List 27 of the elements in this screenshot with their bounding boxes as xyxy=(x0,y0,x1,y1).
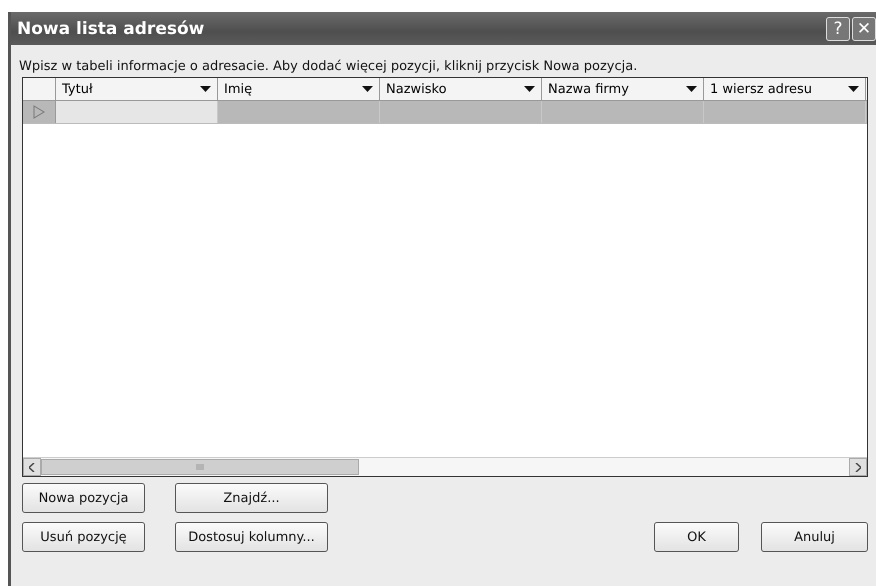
dropdown-icon[interactable] xyxy=(686,86,697,92)
dropdown-icon[interactable] xyxy=(362,86,373,92)
dropdown-icon[interactable] xyxy=(848,86,859,92)
dialog-button[interactable]: Usuń pozycję xyxy=(22,522,145,552)
column-header[interactable]: Imię xyxy=(218,78,380,100)
scroll-left-button[interactable] xyxy=(23,458,41,476)
grip-icon xyxy=(196,464,204,470)
dialog-button[interactable]: Dostosuj kolumny... xyxy=(175,522,328,552)
chevron-right-icon xyxy=(855,462,861,472)
window-title: Nowa lista adresów xyxy=(17,18,206,38)
help-button[interactable]: ? xyxy=(826,16,850,40)
dropdown-icon[interactable] xyxy=(524,86,535,92)
dialog-button[interactable]: OK xyxy=(654,522,739,552)
dialog-button[interactable]: Nowa pozycja xyxy=(22,483,145,513)
column-header[interactable]: 1 wiersz adresu xyxy=(704,78,866,100)
scrollbar-thumb[interactable] xyxy=(41,459,359,475)
column-header[interactable]: Tytuł xyxy=(56,78,218,100)
close-button[interactable]: ✕ xyxy=(852,16,876,40)
chevron-left-icon xyxy=(29,462,35,472)
row-indicator-icon xyxy=(33,105,45,119)
dialog-button[interactable]: Znajdź... xyxy=(175,483,328,513)
column-header[interactable]: Nazwisko xyxy=(380,78,542,100)
instruction-text: Wpisz w tabeli informacje o adresacie. Aby dodać więcej pozycji, kliknij przycisk Nowa pozycja. xyxy=(18,58,638,76)
scroll-right-button[interactable] xyxy=(849,458,867,476)
dropdown-icon[interactable] xyxy=(200,86,211,92)
column-header[interactable]: Nazwa firmy xyxy=(542,78,704,100)
dialog-button[interactable]: Anuluj xyxy=(761,522,868,552)
